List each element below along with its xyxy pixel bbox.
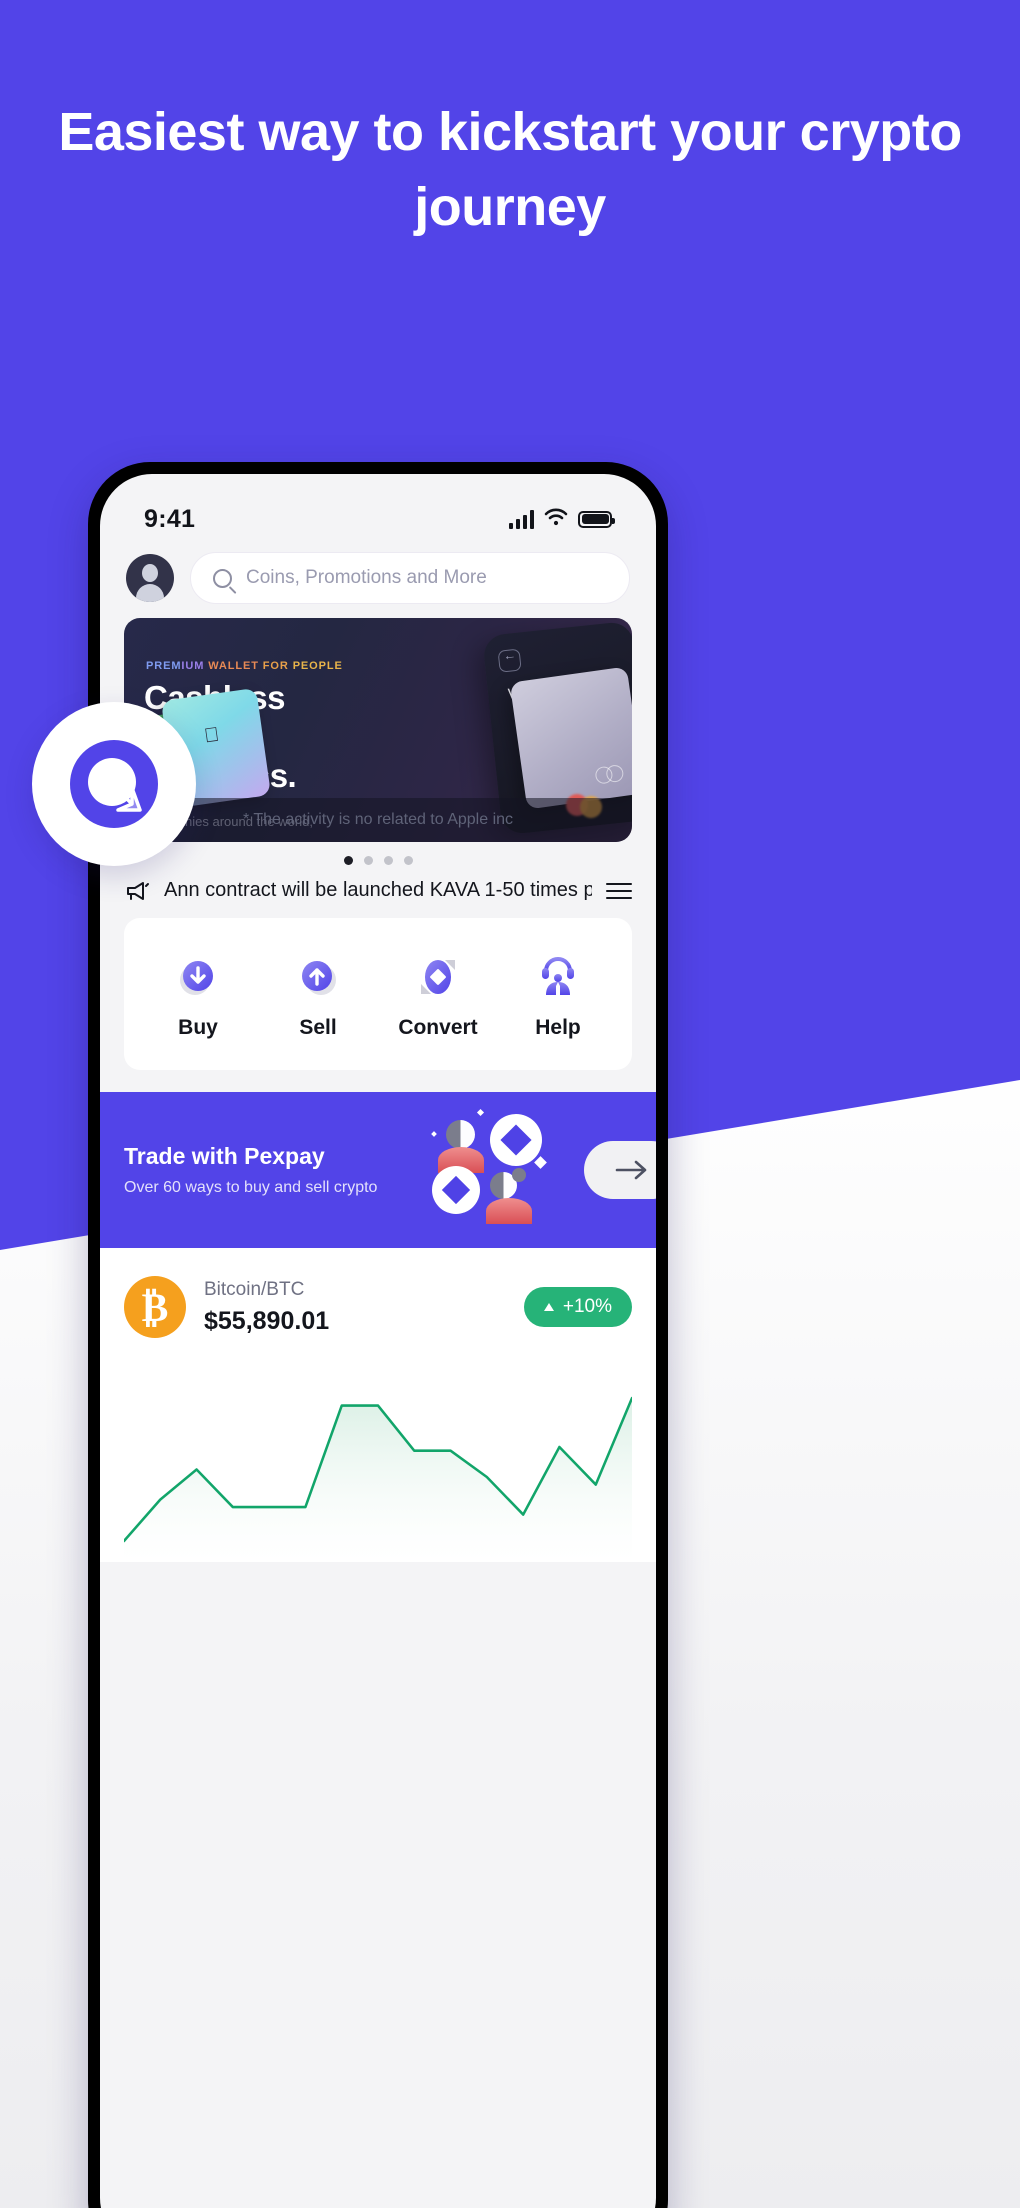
- promo-text: Trade with Pexpay Over 60 ways to buy an…: [124, 1143, 377, 1197]
- sparkle-2: [431, 1131, 437, 1137]
- pexpay-promo-band[interactable]: Trade with Pexpay Over 60 ways to buy an…: [100, 1092, 656, 1248]
- sparkle-3: [534, 1156, 547, 1169]
- banner-disclaimer: * The activity is no related to Apple in…: [124, 798, 632, 842]
- pexpay-logo-badge: [32, 702, 196, 866]
- diamond-convert-icon: [415, 954, 461, 1000]
- screenshot-root: Easiest way to kickstart your crypto jou…: [0, 0, 1020, 2208]
- promo-subtitle: Over 60 ways to buy and sell crypto: [124, 1179, 378, 1196]
- coin-card[interactable]: ₿ Bitcoin/BTC $55,890.01 +10%: [100, 1248, 656, 1562]
- bitcoin-icon: ₿: [124, 1276, 186, 1338]
- diamond-token-1: [490, 1114, 542, 1166]
- carousel-dot-3[interactable]: [383, 856, 393, 865]
- search-input[interactable]: Coins, Promotions and More: [190, 552, 630, 604]
- carousel-dot-4[interactable]: [403, 856, 413, 865]
- coin-info: Bitcoin/BTC $55,890.01: [204, 1279, 329, 1336]
- banner-kicker: PREMIUM WALLET FOR PEOPLE: [146, 660, 343, 672]
- price-chart: [122, 1362, 634, 1562]
- back-arrow-icon: [497, 648, 522, 673]
- page-title: Easiest way to kickstart your crypto jou…: [58, 102, 962, 237]
- mastercard-icon: [594, 763, 630, 786]
- arrow-right-icon: [615, 1160, 647, 1180]
- app-header: Coins, Promotions and More: [100, 546, 656, 604]
- quick-action-sell[interactable]: Sell: [258, 954, 378, 1040]
- signal-bars-icon: [509, 509, 534, 529]
- quick-action-buy[interactable]: Buy: [138, 954, 258, 1040]
- promo-banner[interactable]: PREMIUM WALLET FOR PEOPLE Cashless made …: [124, 618, 632, 842]
- promo-illustration: [431, 1108, 562, 1230]
- arrow-down-circle-icon: [175, 954, 221, 1000]
- sparkle-1: [476, 1108, 485, 1117]
- gray-card-illustration: [509, 666, 632, 810]
- quick-action-label: Help: [535, 1016, 581, 1039]
- diamond-token-2: [432, 1166, 480, 1214]
- phone-mockup: 9:41 Coins, Promotions and More PREMIUM …: [88, 462, 668, 2208]
- quick-actions-card: Buy Sell Convert Help: [124, 918, 632, 1070]
- quick-action-label: Buy: [178, 1016, 218, 1039]
- search-placeholder: Coins, Promotions and More: [246, 567, 487, 588]
- status-badge: +10%: [523, 1287, 632, 1327]
- apple-icon: : [203, 724, 221, 749]
- status-bar: 9:41: [100, 474, 656, 546]
- phone-screen: 9:41 Coins, Promotions and More PREMIUM …: [100, 474, 656, 2208]
- headset-support-icon: [535, 954, 581, 1000]
- coin-name: Bitcoin/BTC: [204, 1278, 305, 1300]
- search-icon: [213, 568, 232, 588]
- coin-price: $55,890.01: [204, 1306, 330, 1335]
- promo-cta-button[interactable]: [584, 1141, 656, 1199]
- battery-full-icon: [578, 510, 615, 528]
- status-time: 9:41: [144, 504, 196, 533]
- promo-title: Trade with Pexpay: [124, 1143, 325, 1169]
- status-indicators: [509, 508, 615, 531]
- avatar[interactable]: [126, 554, 174, 602]
- announcement-ticker[interactable]: Ann contract will be launched KAVA 1-50 …: [100, 865, 656, 902]
- carousel-dot-2[interactable]: [363, 856, 373, 865]
- megaphone-icon: [124, 880, 150, 902]
- pexpay-logo-icon: [62, 732, 166, 836]
- list-icon[interactable]: [606, 882, 632, 899]
- announcement-text: Ann contract will be launched KAVA 1-50 …: [164, 879, 592, 901]
- wifi-icon: [544, 508, 568, 531]
- carousel-dot-1[interactable]: [343, 856, 353, 865]
- person-avatar-2: [486, 1168, 532, 1226]
- carousel-dots[interactable]: [100, 856, 656, 865]
- arrow-up-icon: [543, 1303, 554, 1311]
- sparkline-chart: [122, 1396, 634, 1562]
- quick-action-convert[interactable]: Convert: [378, 954, 498, 1040]
- quick-action-label: Sell: [299, 1016, 337, 1039]
- coin-row: ₿ Bitcoin/BTC $55,890.01 +10%: [124, 1276, 632, 1338]
- coin-change: +10%: [562, 1296, 612, 1317]
- quick-action-help[interactable]: Help: [498, 954, 618, 1040]
- arrow-up-circle-icon: [295, 954, 341, 1000]
- quick-action-label: Convert: [398, 1016, 478, 1039]
